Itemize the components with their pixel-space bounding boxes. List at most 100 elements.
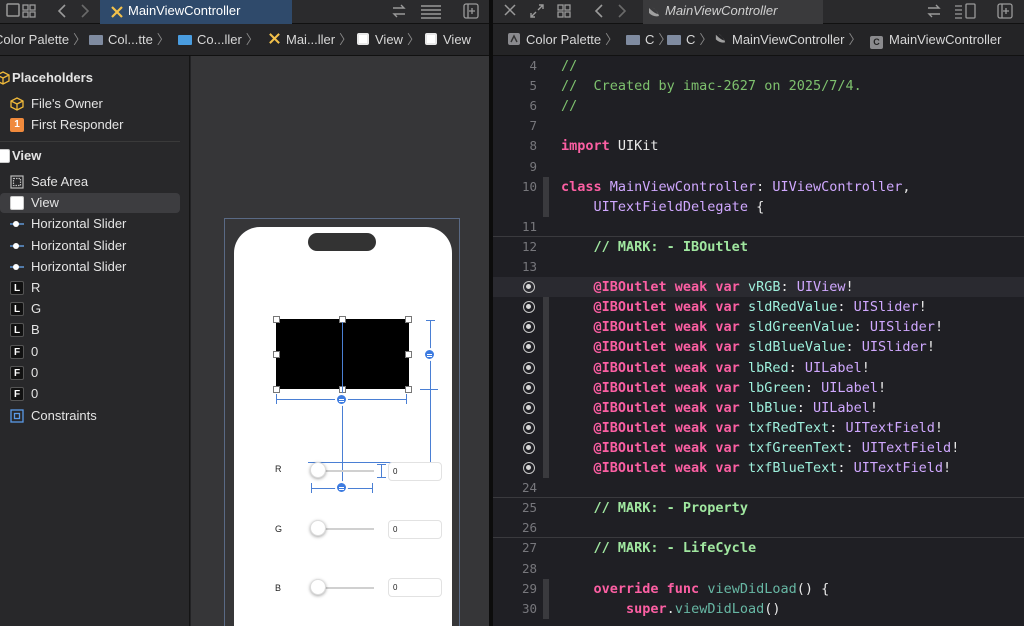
outlet-connection-icon[interactable] bbox=[523, 421, 535, 434]
outlet-connection-icon[interactable] bbox=[523, 462, 535, 474]
outlet-connection-icon[interactable] bbox=[523, 321, 535, 334]
resize-handle[interactable] bbox=[273, 386, 280, 393]
code-line[interactable]: 25 // MARK: - Property bbox=[493, 498, 1024, 518]
line-number: 28 bbox=[521, 560, 537, 576]
back-arrow-icon[interactable] bbox=[53, 3, 71, 21]
expand-icon[interactable] bbox=[528, 3, 546, 21]
code-line[interactable]: 4 // bbox=[493, 56, 1024, 76]
breadcrumb-xib[interactable]: Mai...ller 〉 bbox=[268, 32, 352, 48]
outlet-connection-icon[interactable] bbox=[523, 301, 535, 314]
forward-arrow-icon[interactable] bbox=[613, 3, 631, 21]
constraint-line bbox=[276, 394, 277, 404]
code-line[interactable]: 11 bbox=[493, 217, 1024, 237]
code-line[interactable]: @IBOutlet weak var sldRedValue: UISlider… bbox=[493, 297, 1024, 317]
code-line[interactable]: 5 // Created by imac-2627 on 2025/7/4. bbox=[493, 76, 1024, 96]
back-arrow-icon[interactable] bbox=[590, 3, 608, 21]
outlet-connection-icon[interactable] bbox=[523, 341, 535, 354]
outlet-connection-icon[interactable] bbox=[523, 401, 535, 414]
outline-item[interactable]: View bbox=[0, 193, 180, 213]
breadcrumb-group[interactable]: Col...tte 〉 bbox=[89, 32, 170, 48]
blue-label[interactable]: B bbox=[275, 583, 281, 593]
code-line[interactable]: 29 override func viewDidLoad() { bbox=[493, 579, 1024, 599]
resize-handle[interactable] bbox=[405, 386, 412, 393]
code-token: : bbox=[845, 339, 862, 356]
forward-arrow-icon[interactable] bbox=[76, 3, 94, 21]
code-line[interactable]: UITextFieldDelegate { bbox=[493, 197, 1024, 217]
code-line[interactable]: @IBOutlet weak var lbGreen: UILabel! bbox=[493, 378, 1024, 398]
code-line[interactable]: 13 bbox=[493, 257, 1024, 277]
blue-slider[interactable] bbox=[310, 579, 326, 595]
tab-main-view-controller-swift[interactable]: MainViewController bbox=[643, 0, 823, 24]
code-line[interactable]: @IBOutlet weak var lbBlue: UILabel! bbox=[493, 398, 1024, 418]
outlet-connection-icon[interactable] bbox=[523, 381, 535, 394]
code-line[interactable]: 6 // bbox=[493, 96, 1024, 116]
breadcrumb-controller-folder[interactable]: Co...ller 〉 bbox=[178, 32, 259, 48]
code-token: ! bbox=[878, 379, 887, 396]
code-line[interactable]: 7 bbox=[493, 116, 1024, 136]
constraint-handle-icon[interactable] bbox=[335, 393, 348, 406]
code-token: @IBOutlet weak var bbox=[593, 359, 740, 376]
chevron-right-icon: 〉 bbox=[73, 32, 87, 47]
code-line[interactable]: 12 // MARK: - IBOutlet bbox=[493, 237, 1024, 257]
code-line[interactable]: 8 import UIKit bbox=[493, 136, 1024, 156]
breadcrumb-class[interactable]: C MainViewController bbox=[870, 32, 1001, 49]
code-line[interactable]: @IBOutlet weak var vRGB: UIView! bbox=[493, 277, 1024, 298]
breadcrumb-project[interactable]: Color Palette 〉 bbox=[0, 32, 86, 48]
breadcrumb-label: Co...ller bbox=[197, 32, 242, 47]
constraint-handle-icon[interactable] bbox=[335, 481, 348, 494]
interface-builder-pane: MainViewController Color Palette 〉 Col...… bbox=[0, 0, 489, 626]
code-line[interactable]: @IBOutlet weak var txfGreenText: UITextF… bbox=[493, 438, 1024, 458]
breadcrumb-project[interactable]: Color Palette 〉 bbox=[507, 32, 618, 48]
resize-handle[interactable] bbox=[273, 316, 280, 323]
close-icon[interactable] bbox=[501, 3, 519, 21]
code-line[interactable]: 27 // MARK: - LifeCycle bbox=[493, 538, 1024, 558]
outlet-connection-icon[interactable] bbox=[523, 361, 535, 374]
green-slider[interactable] bbox=[310, 520, 326, 536]
breadcrumb-controller-folder[interactable]: C 〉 bbox=[667, 32, 712, 48]
breadcrumb-view-selected[interactable]: View bbox=[425, 32, 471, 48]
code-line[interactable]: @IBOutlet weak var sldGreenValue: UISlid… bbox=[493, 317, 1024, 337]
code-token: UIViewController bbox=[772, 178, 903, 195]
code-line[interactable]: @IBOutlet weak var txfBlueText: UITextFi… bbox=[493, 458, 1024, 478]
code-line[interactable]: 10 class MainViewController: UIViewContro… bbox=[493, 177, 1024, 197]
code-line[interactable]: 24 bbox=[493, 478, 1024, 498]
grid-icon[interactable] bbox=[555, 3, 573, 21]
outlet-connection-icon[interactable] bbox=[523, 281, 535, 294]
resize-handle[interactable] bbox=[405, 316, 412, 323]
add-editor-icon[interactable] bbox=[462, 3, 480, 21]
resize-handle[interactable] bbox=[405, 351, 412, 358]
red-text-field[interactable]: 0 bbox=[388, 462, 442, 481]
code-line[interactable]: 9 bbox=[493, 157, 1024, 177]
breadcrumb-view[interactable]: View 〉 bbox=[357, 32, 420, 48]
red-label[interactable]: R bbox=[275, 464, 282, 474]
code-line[interactable]: @IBOutlet weak var lbRed: UILabel! bbox=[493, 358, 1024, 378]
breadcrumb-file[interactable]: MainViewController 〉 bbox=[714, 32, 862, 48]
green-text-field[interactable]: 0 bbox=[388, 520, 442, 539]
breadcrumb-group[interactable]: C 〉 bbox=[626, 32, 671, 48]
tab-main-view-controller-xib[interactable]: MainViewController bbox=[100, 0, 292, 24]
red-slider[interactable] bbox=[310, 462, 326, 478]
resize-handle[interactable] bbox=[273, 351, 280, 358]
add-editor-icon[interactable] bbox=[996, 3, 1014, 21]
code-line[interactable]: 28 bbox=[493, 559, 1024, 579]
lines-icon[interactable] bbox=[419, 3, 443, 21]
constraint-line bbox=[430, 320, 431, 463]
code-line[interactable]: @IBOutlet weak var sldBlueValue: UISlide… bbox=[493, 337, 1024, 357]
code-line[interactable]: @IBOutlet weak var txfRedText: UITextFie… bbox=[493, 418, 1024, 438]
swap-icon[interactable] bbox=[925, 3, 943, 21]
swift-icon bbox=[649, 7, 659, 17]
grid-icon[interactable] bbox=[20, 3, 38, 21]
blue-text-field[interactable]: 0 bbox=[388, 578, 442, 597]
source-editor[interactable]: 4 // 5 // Created by imac-2627 on 2025/7/4.… bbox=[493, 56, 1024, 626]
green-label[interactable]: G bbox=[275, 524, 282, 534]
outlet-connection-icon[interactable] bbox=[523, 441, 535, 454]
code-line[interactable]: 30 super.viewDidLoad() bbox=[493, 599, 1024, 619]
line-number: 25 bbox=[521, 500, 537, 516]
code-line[interactable]: 26 bbox=[493, 518, 1024, 538]
document-outline: Placeholders File's Owner 1 First Respon… bbox=[0, 56, 190, 626]
swap-icon[interactable] bbox=[390, 3, 408, 21]
constraint-handle-icon[interactable] bbox=[423, 348, 436, 361]
inspector-toggle-icon[interactable] bbox=[953, 3, 977, 21]
